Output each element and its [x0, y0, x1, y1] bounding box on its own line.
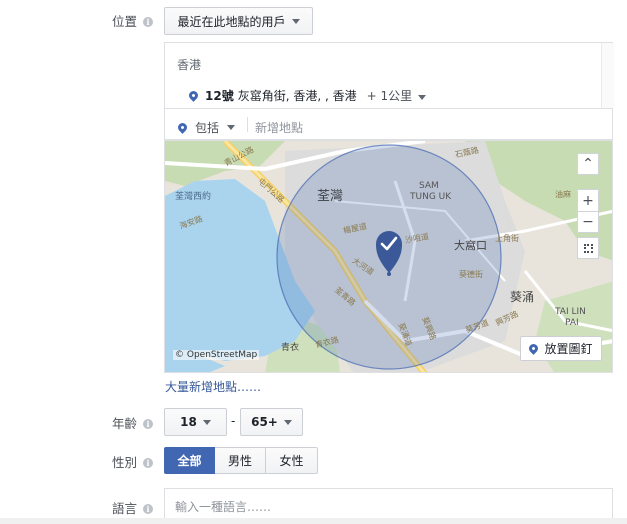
zoom-in-button[interactable]: + [577, 189, 599, 211]
selected-locations-box: 香港 12號 灰窰角街, 香港, , 香港 + 1公里 [164, 42, 614, 109]
map-label-sheung-kok: 上角街 [495, 234, 519, 243]
crosshair-icon [583, 243, 593, 253]
map-label-kwai-chung: 葵涌 [510, 290, 535, 304]
age-max-value: 65+ [251, 415, 278, 429]
chevron-down-icon [202, 419, 211, 425]
map-pin-icon [187, 89, 200, 102]
region-label: 香港 [177, 58, 202, 72]
page-footer-strip [0, 518, 627, 524]
map-label-tai-lin-pai-2: PAI [565, 318, 579, 328]
map-collapse-button[interactable]: ⌃ [577, 153, 599, 175]
minus-icon: − [582, 214, 594, 230]
map-attribution: © OpenStreetMap [173, 350, 260, 360]
add-location-input[interactable]: 新增地點 [255, 119, 303, 136]
plus-icon: + [582, 192, 594, 209]
chevron-down-icon [227, 125, 236, 130]
gender-option-male[interactable]: 男性 [215, 447, 266, 474]
location-type-select[interactable]: 最近在此地點的用戶 [164, 7, 313, 35]
location-address: 灰窰角街, 香港, , 香港 [237, 89, 357, 103]
age-label: 年齡 i [112, 413, 154, 432]
info-icon[interactable]: i [143, 17, 154, 27]
chevron-down-icon [291, 18, 300, 24]
map-label-tsuen-wan: 荃灣 [317, 189, 344, 204]
zoom-out-button[interactable]: − [577, 211, 599, 233]
map-label-tai-lin-pai-1: TAI LIN [555, 307, 586, 317]
chevron-down-icon [418, 95, 427, 100]
language-input[interactable]: 輸入一種語言…… [164, 488, 613, 520]
location-type-value: 最近在此地點的用戶 [177, 14, 286, 29]
add-location-row: 包括 新增地點 [164, 109, 613, 140]
age-min-value: 18 [180, 415, 197, 429]
map-label-sam-tung-uk-2: TUNG UK [410, 192, 452, 202]
age-separator: - [231, 414, 236, 428]
map-label-tsing-yi: 青衣 [281, 343, 300, 353]
gender-option-all[interactable]: 全部 [164, 447, 215, 474]
age-min-select[interactable]: 18 [164, 408, 227, 436]
map-label-sam-tung-uk-1: SAM [419, 181, 439, 191]
map-pin-icon [176, 121, 189, 134]
include-value: 包括 [195, 121, 220, 135]
drop-pin-label: 放置圖釘 [544, 342, 593, 356]
map-pin-icon [527, 342, 541, 355]
include-select[interactable]: 包括 [176, 119, 236, 136]
location-label: 位置 i [112, 11, 154, 30]
gender-option-label: 男性 [227, 454, 252, 468]
chevron-down-icon [283, 419, 292, 425]
bulk-add-locations-link[interactable]: 大量新增地點…… [165, 378, 261, 395]
info-icon[interactable]: i [143, 419, 154, 429]
language-label: 語言 i [112, 498, 154, 517]
map-label-tsuen-wan-west: 荃灣西約 [175, 192, 212, 202]
map-label-kwai-tak: 葵德街 [459, 270, 483, 279]
language-placeholder: 輸入一種語言…… [175, 500, 272, 514]
drop-pin-button[interactable]: 放置圖釘 [520, 336, 602, 361]
selected-location-row[interactable]: 12號 灰窰角街, 香港, , 香港 + 1公里 [187, 87, 427, 104]
divider [247, 117, 248, 132]
age-max-select[interactable]: 65+ [240, 408, 303, 436]
info-icon[interactable]: i [143, 458, 154, 468]
location-number: 12號 [205, 89, 234, 103]
chevron-up-icon: ⌃ [582, 156, 594, 172]
scrollbar[interactable] [601, 43, 614, 108]
info-icon[interactable]: i [143, 504, 154, 514]
map[interactable]: 荃灣 SAM TUNG UK 大窩口 葵涌 TAI LIN PAI 荃灣西約 青… [164, 140, 613, 373]
gender-option-label: 全部 [177, 454, 202, 468]
map-label-tai-wo-hau: 大窩口 [454, 239, 487, 252]
radius-select[interactable]: + 1公里 [367, 87, 427, 104]
map-label-yau-ma: 油麻 [555, 190, 571, 199]
gender-option-label: 女性 [279, 454, 304, 468]
gender-label: 性別 i [112, 452, 154, 471]
gender-option-female[interactable]: 女性 [266, 447, 318, 474]
radius-value: + 1公里 [366, 89, 413, 103]
recenter-button[interactable] [577, 237, 599, 259]
